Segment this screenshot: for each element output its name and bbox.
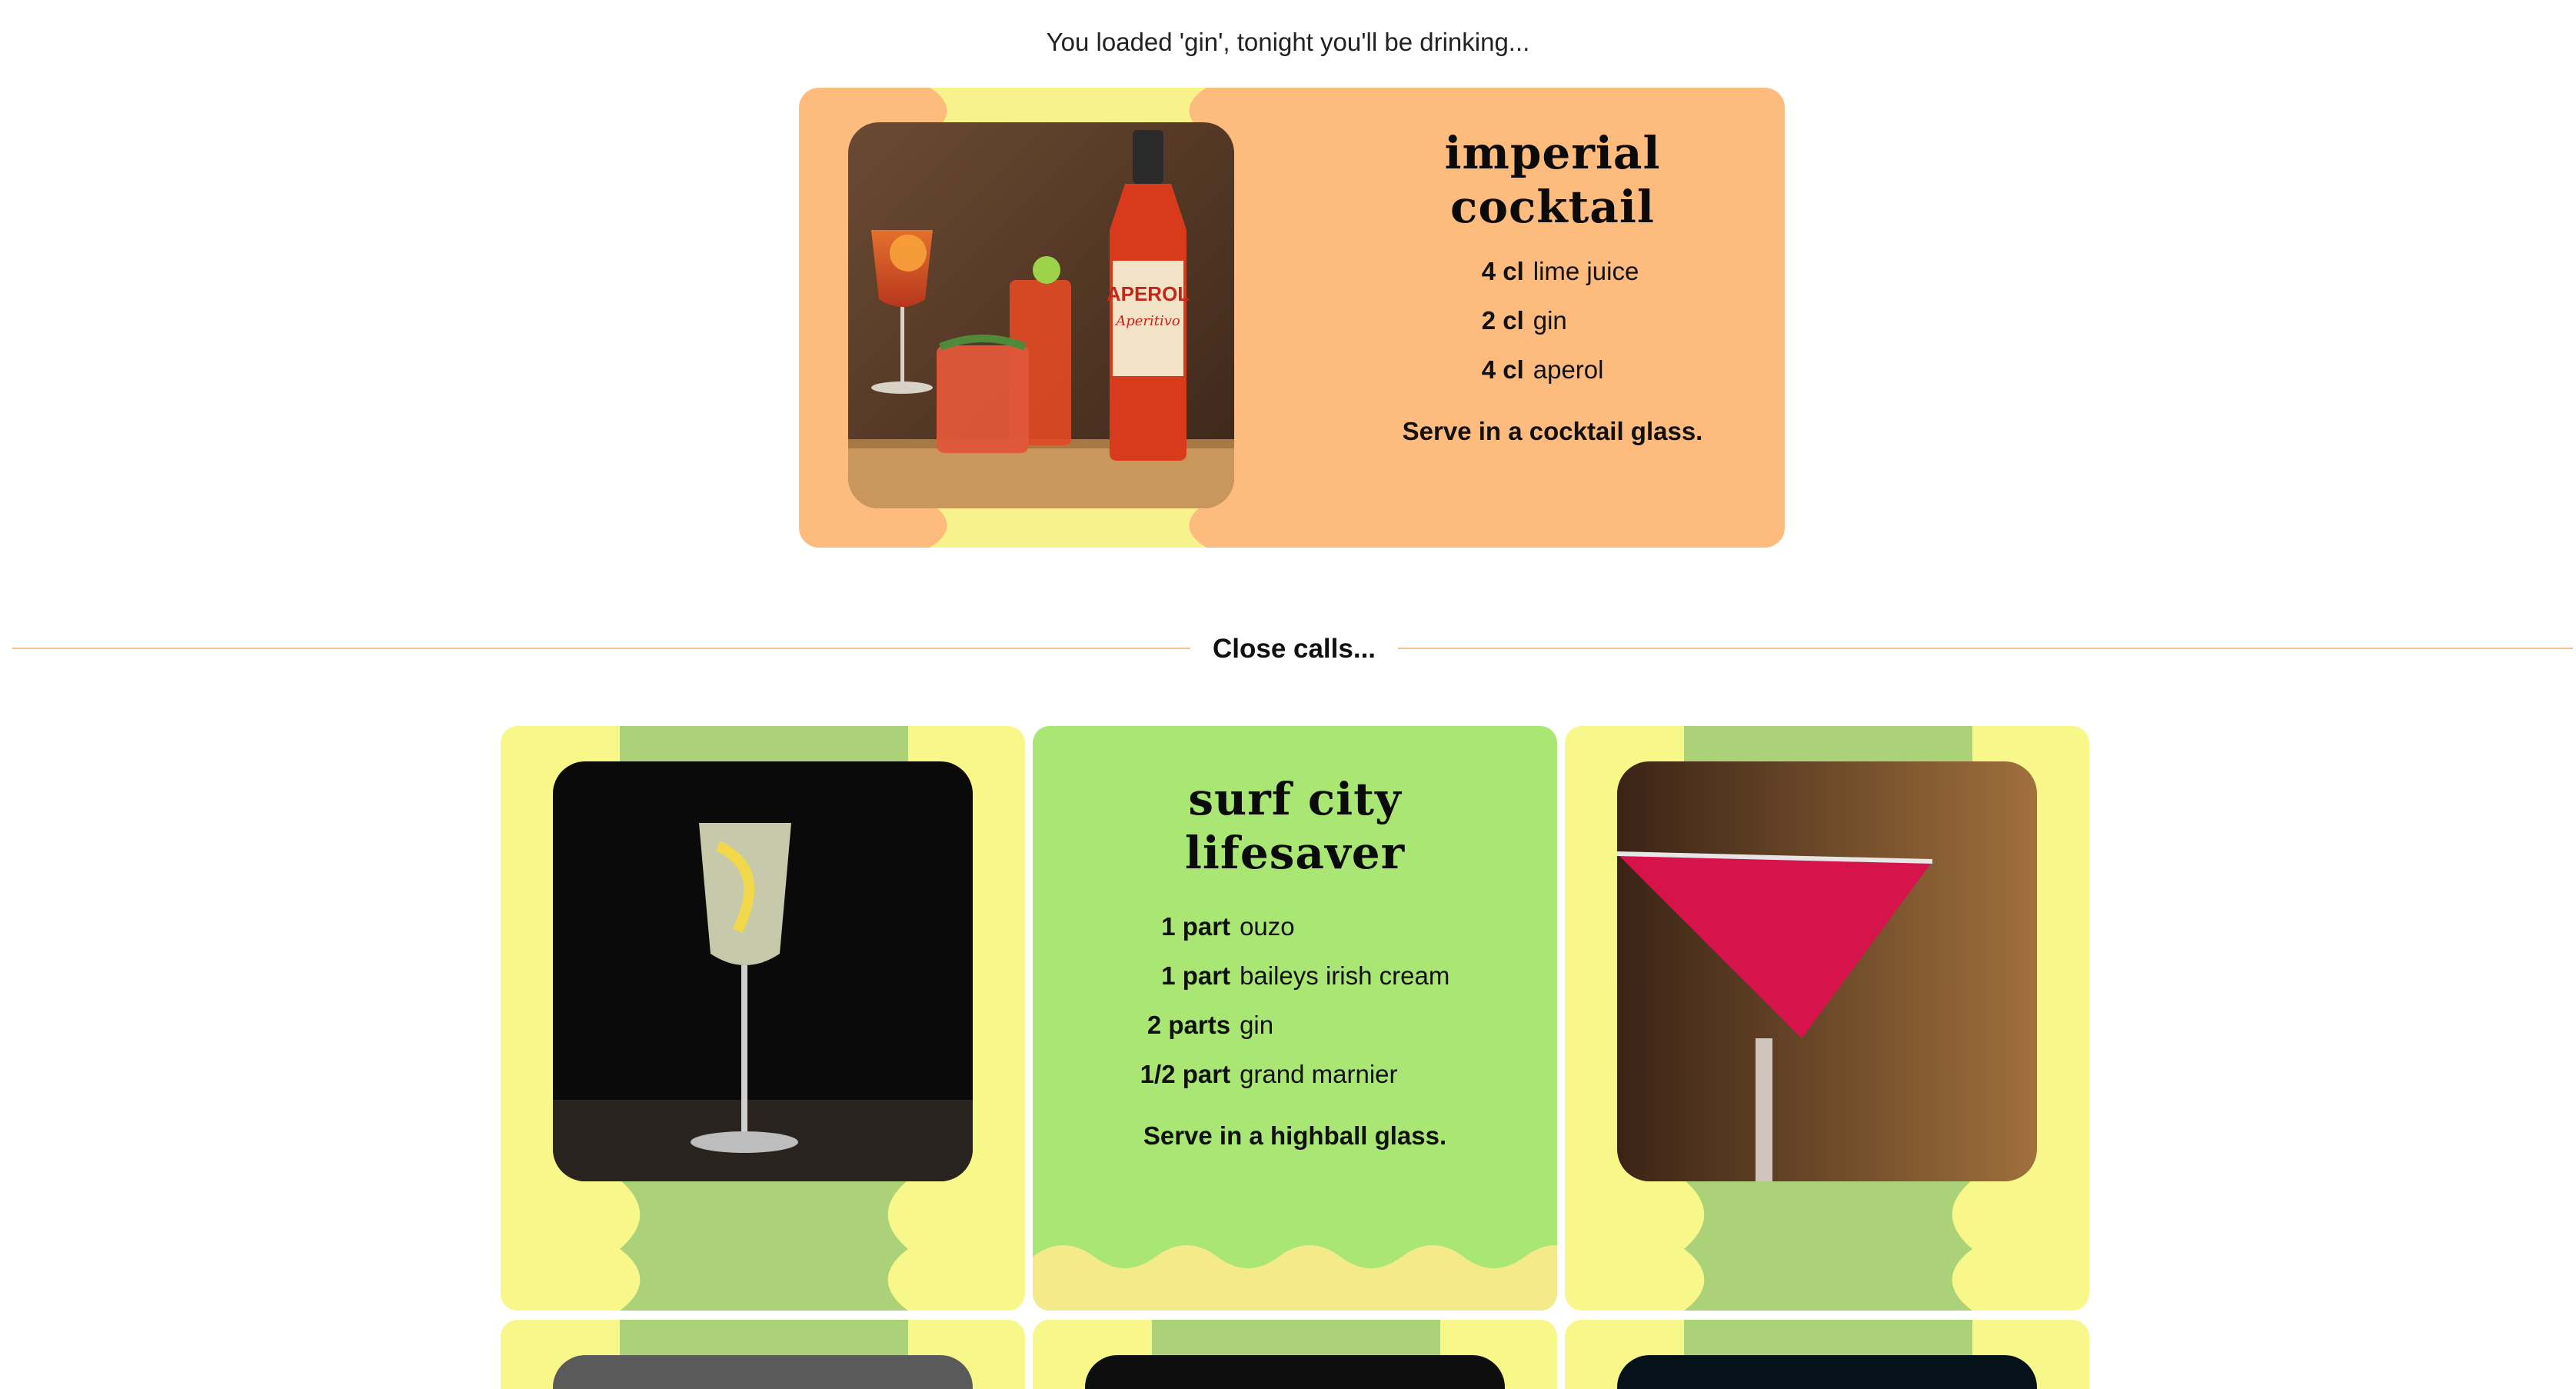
ingredient-name: aperol	[1533, 355, 1604, 384]
cocktail-photo	[1617, 1355, 2037, 1389]
title-line-1: surf city	[1188, 773, 1402, 825]
card-band	[620, 1320, 908, 1358]
cocktail-title: surf city lifesaver	[1033, 772, 1557, 880]
serve-instruction: Serve in a highball glass.	[1143, 1121, 1447, 1150]
featured-cocktail-card[interactable]: APEROL Aperitivo imperial cocktail 4 cl …	[799, 88, 1785, 548]
ingredient-amount: 2 cl	[1481, 306, 1524, 335]
results-page: You loaded 'gin', tonight you'll be drin…	[0, 0, 2576, 1389]
cocktail-photo: APEROL Aperitivo	[848, 122, 1234, 508]
title-line-2: cocktail	[1450, 181, 1655, 233]
featured-info: imperial cocktail 4 cl lime juice 2 cl g…	[1322, 126, 1783, 446]
title-line-2: lifesaver	[1184, 827, 1406, 879]
ingredient-list: 1 part ouzo 1 part baileys irish cream 2…	[1033, 911, 1557, 1091]
ingredient-amount: 4 cl	[1481, 257, 1524, 285]
close-calls-heading: Close calls...	[1190, 628, 1398, 671]
cocktail-photo	[1617, 761, 2037, 1181]
ingredient-name: grand marnier	[1240, 1060, 1398, 1088]
close-call-card[interactable]	[501, 726, 1025, 1311]
ingredient-name: lime juice	[1533, 257, 1639, 285]
ingredient-name: gin	[1533, 306, 1567, 335]
cocktail-photo	[553, 1355, 973, 1389]
ingredient-amount: 1 part	[1161, 961, 1231, 990]
ingredient-amount: 1/2 part	[1140, 1060, 1231, 1088]
card-band	[1152, 1320, 1440, 1358]
title-line-1: imperial	[1444, 127, 1661, 179]
serve-instruction: Serve in a cocktail glass.	[1402, 417, 1703, 445]
cocktail-title: imperial cocktail	[1322, 126, 1783, 234]
intro-text: You loaded 'gin', tonight you'll be drin…	[1046, 28, 1530, 56]
ingredient-amount: 1 part	[1161, 912, 1231, 941]
cocktail-photo	[553, 761, 973, 1181]
close-call-card[interactable]	[501, 1320, 1025, 1389]
close-call-card[interactable]	[1565, 1320, 2089, 1389]
close-call-card[interactable]	[1033, 1320, 1557, 1389]
close-call-info: surf city lifesaver 1 part ouzo 1 part b…	[1033, 772, 1557, 1151]
ingredient-name: gin	[1240, 1011, 1274, 1039]
cocktail-photo	[1085, 1355, 1505, 1389]
card-band	[1684, 1320, 1972, 1358]
ingredient-name: baileys irish cream	[1240, 961, 1450, 990]
ingredient-list: 4 cl lime juice 2 cl gin 4 cl aperol	[1337, 255, 1783, 386]
ingredient-amount: 2 parts	[1147, 1011, 1231, 1039]
close-call-card[interactable]	[1565, 726, 2089, 1311]
bottle-label: APEROL	[1107, 282, 1190, 305]
ingredient-amount: 4 cl	[1481, 355, 1524, 384]
card-wave	[1033, 1245, 1557, 1311]
bottle-sublabel: Aperitivo	[1114, 313, 1180, 329]
ingredient-name: ouzo	[1240, 912, 1295, 941]
close-call-card[interactable]: surf city lifesaver 1 part ouzo 1 part b…	[1033, 726, 1557, 1311]
